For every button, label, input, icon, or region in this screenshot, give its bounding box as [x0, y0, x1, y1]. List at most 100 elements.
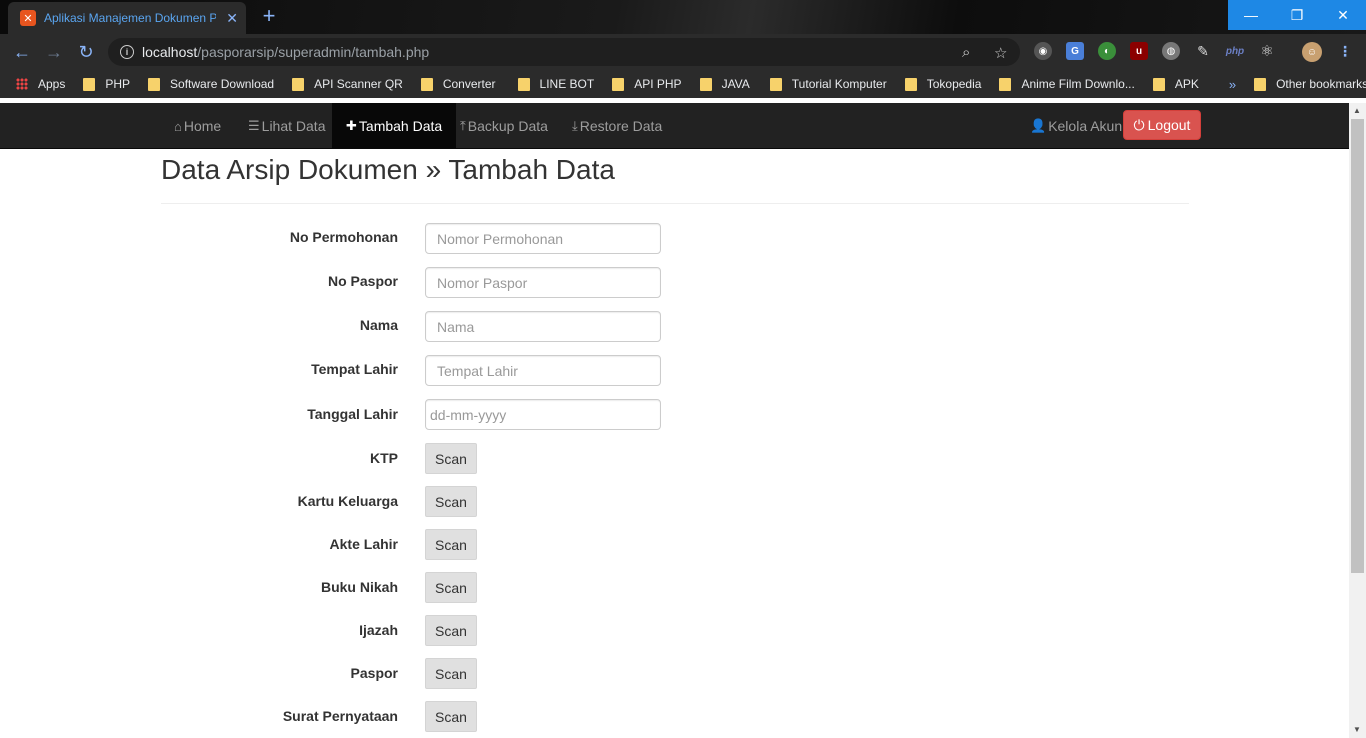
- restore-icon[interactable]: ❐: [1274, 0, 1320, 30]
- scrollbar-thumb[interactable]: [1351, 119, 1364, 573]
- bookmark-label: API PHP: [634, 77, 682, 91]
- logout-label: Logout: [1147, 117, 1191, 133]
- ijazah-label: Ijazah: [359, 622, 398, 638]
- new-tab-icon[interactable]: +: [258, 5, 280, 28]
- window-close-icon[interactable]: ✕: [1320, 0, 1366, 30]
- other-bookmarks[interactable]: Other bookmarks: [1254, 77, 1366, 91]
- folder-icon: [148, 77, 161, 91]
- forward-icon[interactable]: →: [44, 42, 64, 62]
- page-scrollbar[interactable]: ▲ ▼: [1349, 103, 1366, 738]
- nav-home[interactable]: ⌂ Home: [160, 103, 235, 149]
- bookmark-converter[interactable]: Converter: [420, 77, 518, 91]
- bookmark-anime[interactable]: Anime Film Downlo...: [999, 77, 1152, 91]
- tempat-lahir-label: Tempat Lahir: [311, 361, 398, 377]
- apps-grid-icon: [16, 78, 28, 90]
- nama-input[interactable]: [425, 311, 661, 342]
- list-icon: ☰: [248, 118, 260, 133]
- nav-kelola-akun-label: Kelola Akun: [1048, 118, 1123, 134]
- bookmark-label: APK: [1174, 77, 1199, 91]
- extension-php-icon[interactable]: php: [1226, 42, 1244, 60]
- bookmark-tutorial-komputer[interactable]: Tutorial Komputer: [769, 77, 905, 91]
- buku-nikah-label: Buku Nikah: [320, 579, 398, 595]
- nav-restore-data[interactable]: ⤓ Restore Data: [558, 103, 676, 149]
- scan-surat-pernyataan-button[interactable]: Scan: [425, 701, 477, 732]
- scan-ijazah-button[interactable]: Scan: [425, 615, 477, 646]
- folder-icon: [83, 77, 96, 91]
- bookmark-label: Tutorial Komputer: [791, 77, 887, 91]
- bookmark-star-icon[interactable]: ☆: [994, 44, 1007, 62]
- browser-menu-icon[interactable]: ⋮: [1336, 42, 1354, 60]
- bookmark-label: API Scanner QR: [314, 77, 403, 91]
- ktp-label: KTP: [370, 450, 398, 466]
- power-icon: ⏻: [1133, 116, 1145, 133]
- bookmarks-overflow-icon[interactable]: »: [1229, 77, 1236, 92]
- site-info-icon[interactable]: i: [120, 45, 134, 59]
- upload-icon: ⤒: [460, 118, 466, 133]
- bookmark-label: Tokopedia: [926, 77, 982, 91]
- url-text[interactable]: localhost/pasporarsip/superadmin/tambah.…: [142, 44, 429, 60]
- import-icon: ⤓: [572, 118, 578, 133]
- bookmark-label: Converter: [442, 77, 496, 91]
- bookmark-label: Anime Film Downlo...: [1021, 77, 1135, 91]
- xampp-favicon-icon: ✕: [20, 10, 36, 26]
- scan-ktp-button[interactable]: Scan: [425, 443, 477, 474]
- folder-icon: [612, 77, 625, 91]
- bookmark-apps[interactable]: Apps: [0, 77, 83, 91]
- nav-kelola-akun[interactable]: 👤 Kelola Akun: [1016, 103, 1136, 149]
- extension-web-icon[interactable]: ◍: [1162, 42, 1180, 60]
- scan-akte-lahir-button[interactable]: Scan: [425, 529, 477, 560]
- extension-react-icon[interactable]: ⚛: [1258, 42, 1276, 60]
- zoom-icon[interactable]: ⌕: [962, 44, 970, 61]
- home-icon: ⌂: [174, 118, 182, 134]
- bookmark-tokopedia[interactable]: Tokopedia: [904, 77, 1000, 91]
- scan-kartu-keluarga-button[interactable]: Scan: [425, 486, 477, 517]
- extension-green-icon[interactable]: ◐: [1098, 42, 1116, 60]
- scroll-down-icon[interactable]: ▼: [1353, 725, 1361, 734]
- nav-backup-data[interactable]: ⤒ Backup Data: [446, 103, 562, 149]
- tanggal-lahir-input[interactable]: [425, 399, 661, 430]
- extension-translate-icon[interactable]: G: [1066, 42, 1084, 60]
- no-permohonan-label: No Permohonan: [289, 229, 398, 245]
- extension-ublock-icon[interactable]: u: [1130, 42, 1148, 60]
- folder-icon: [292, 77, 305, 91]
- nav-home-label: Home: [183, 118, 222, 134]
- bookmark-label: Software Download: [170, 77, 275, 91]
- paspor-label: Paspor: [350, 665, 398, 681]
- bookmarks-bar: Apps PHP Software Download API Scanner Q…: [0, 70, 1366, 98]
- browser-tab[interactable]: ✕ Aplikasi Manajemen Dokumen Pa ✕: [8, 2, 246, 34]
- tempat-lahir-input[interactable]: [425, 355, 661, 386]
- bookmark-software-download[interactable]: Software Download: [148, 77, 292, 91]
- bookmark-php[interactable]: PHP: [83, 77, 148, 91]
- bookmark-api-scanner-qr[interactable]: API Scanner QR: [292, 77, 421, 91]
- back-icon[interactable]: ←: [12, 42, 32, 62]
- surat-pernyataan-label: Surat Pernyataan: [282, 708, 398, 724]
- minimize-icon[interactable]: —: [1228, 0, 1274, 30]
- extension-globe-icon[interactable]: ◉: [1034, 42, 1052, 60]
- browser-titlebar: ✕ Aplikasi Manajemen Dokumen Pa ✕ + — ❐ …: [0, 0, 1366, 34]
- nav-restore-data-label: Restore Data: [579, 118, 663, 134]
- scan-paspor-button[interactable]: Scan: [425, 658, 477, 689]
- profile-avatar[interactable]: ☺: [1302, 42, 1322, 62]
- bookmark-java[interactable]: JAVA: [699, 77, 770, 91]
- nav-lihat-data[interactable]: ☰ Lihat Data: [234, 103, 339, 149]
- logout-button[interactable]: ⏻ Logout: [1123, 110, 1201, 140]
- page-title: Data Arsip Dokumen » Tambah Data: [161, 154, 615, 185]
- no-paspor-input[interactable]: [425, 267, 661, 298]
- folder-icon: [1254, 77, 1267, 91]
- bookmark-line-bot[interactable]: LINE BOT: [517, 77, 613, 91]
- extension-pen-icon[interactable]: ✎: [1194, 42, 1212, 60]
- bookmark-api-php[interactable]: API PHP: [612, 77, 699, 91]
- tab-close-icon[interactable]: ✕: [226, 10, 238, 27]
- bookmark-apk[interactable]: APK: [1152, 77, 1229, 91]
- scroll-up-icon[interactable]: ▲: [1353, 106, 1361, 115]
- no-permohonan-input[interactable]: [425, 223, 661, 254]
- nav-backup-data-label: Backup Data: [467, 118, 548, 134]
- scan-buku-nikah-button[interactable]: Scan: [425, 572, 477, 603]
- reload-icon[interactable]: ↻: [76, 42, 96, 62]
- divider: [161, 203, 1189, 204]
- folder-icon: [699, 77, 712, 91]
- bookmark-label: Other bookmarks: [1276, 77, 1366, 91]
- address-bar[interactable]: i localhost/pasporarsip/superadmin/tamba…: [108, 38, 1020, 66]
- nav-tambah-data[interactable]: ✚ Tambah Data: [332, 103, 457, 149]
- no-paspor-label: No Paspor: [327, 273, 398, 289]
